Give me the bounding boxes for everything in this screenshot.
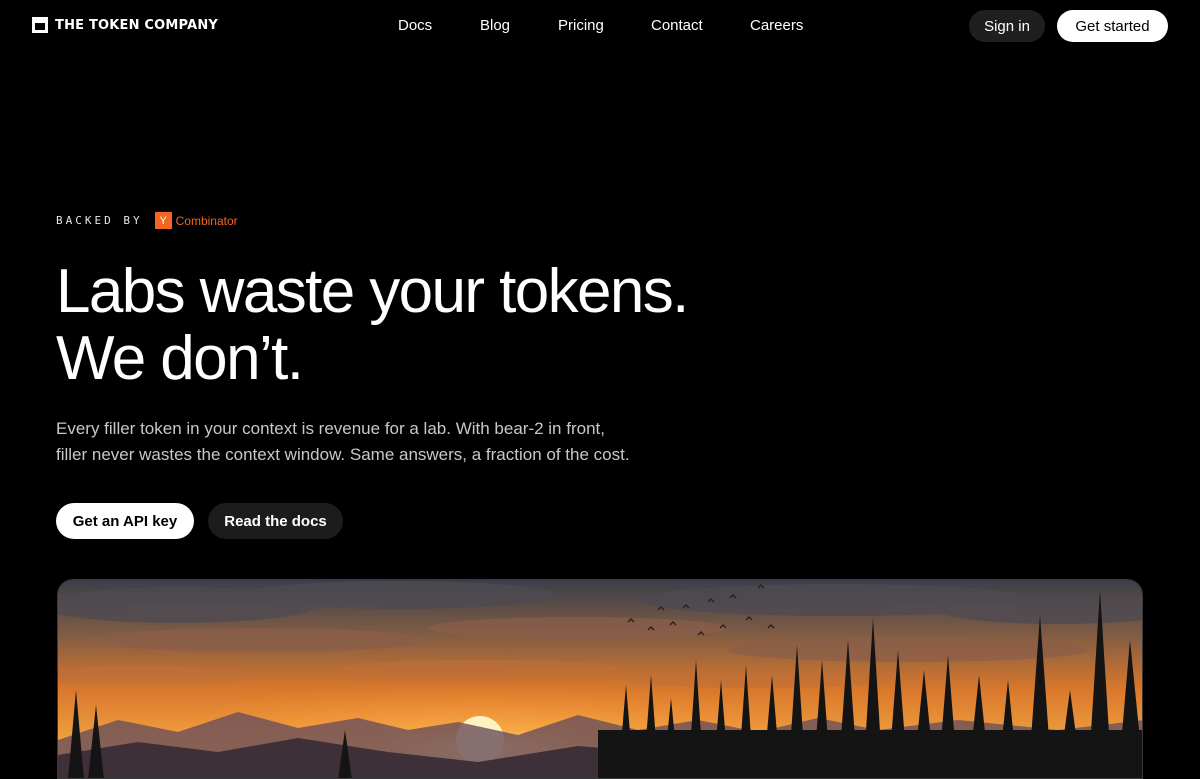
hero-illustration xyxy=(57,579,1143,779)
hero-headline: Labs waste your tokens. We don’t. xyxy=(56,257,689,393)
sign-in-button[interactable]: Sign in xyxy=(969,10,1045,42)
headline-line-1: Labs waste your tokens. xyxy=(56,257,689,326)
sunset-forest-image xyxy=(58,580,1142,778)
subtext-line-2: filler never wastes the context window. … xyxy=(56,445,630,464)
nav-link-pricing[interactable]: Pricing xyxy=(558,17,604,34)
nav-link-blog[interactable]: Blog xyxy=(480,17,510,34)
read-docs-button[interactable]: Read the docs xyxy=(208,503,343,539)
backed-by-row: BACKED BY Y Combinator xyxy=(56,212,238,229)
headline-line-2: We don’t. xyxy=(56,324,304,393)
get-started-button[interactable]: Get started xyxy=(1057,10,1168,42)
backed-by-label: BACKED BY xyxy=(56,214,143,227)
nav-link-contact[interactable]: Contact xyxy=(651,17,703,34)
hero-subtext: Every filler token in your context is re… xyxy=(56,416,676,468)
nav-link-docs[interactable]: Docs xyxy=(398,17,432,34)
get-api-key-button[interactable]: Get an API key xyxy=(56,503,194,539)
subtext-line-1: Every filler token in your context is re… xyxy=(56,419,605,438)
backer-name: Combinator xyxy=(175,213,238,228)
yc-logo-icon: Y xyxy=(154,212,172,229)
nav-link-careers[interactable]: Careers xyxy=(750,17,803,34)
top-nav: THE TOKEN COMPANY Docs Blog Pricing Cont… xyxy=(0,0,1200,52)
